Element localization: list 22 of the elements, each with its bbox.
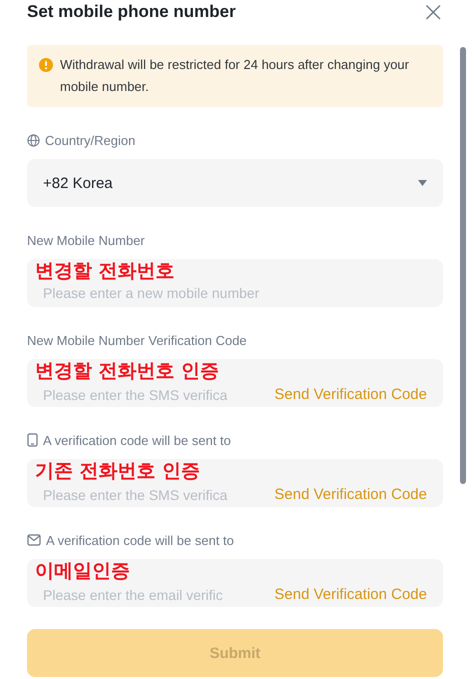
mail-icon (27, 534, 41, 546)
field-label: Country/Region (45, 132, 136, 148)
send-code-link[interactable]: Send Verification Code (274, 386, 427, 403)
field-label: A verification code will be sent to (46, 532, 234, 548)
send-code-link[interactable]: Send Verification Code (274, 586, 427, 603)
annotation-text: 기존 전화번호 인증 (35, 460, 200, 482)
annotation-text: 변경할 전화번호 (35, 260, 175, 282)
notice-text: Withdrawal will be restricted for 24 hours after changing your mobile number. (60, 56, 410, 96)
scrollbar-thumb[interactable] (460, 47, 466, 484)
globe-icon (27, 134, 40, 146)
field-label: New Mobile Number (27, 232, 145, 248)
send-code-link[interactable]: Send Verification Code (274, 486, 427, 503)
caret-icon (418, 180, 427, 186)
warning-icon (39, 58, 53, 72)
country-select[interactable]: +82 Korea (27, 159, 443, 207)
phone-icon (27, 433, 38, 447)
dialog-title: Set mobile phone number (27, 2, 236, 22)
field-label: A verification code will be sent to (43, 432, 231, 448)
annotation-text: 이메일인증 (35, 560, 130, 582)
annotation-text: 변경할 전화번호 인증 (35, 360, 220, 382)
field-label: New Mobile Number Verification Code (27, 332, 247, 348)
close-button[interactable]: × (422, 0, 445, 24)
